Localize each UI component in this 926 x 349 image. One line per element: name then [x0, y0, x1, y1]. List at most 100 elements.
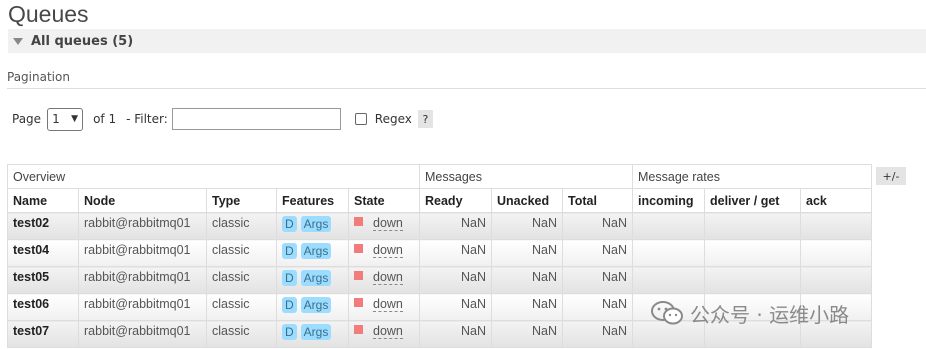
column-header-total[interactable]: Total — [562, 188, 633, 213]
collapse-triangle-icon — [13, 37, 23, 45]
incoming-rate — [632, 266, 705, 294]
page-title: Queues — [8, 1, 89, 27]
queue-node: rabbit@rabbitmq01 — [78, 293, 207, 321]
regex-label: Regex — [374, 112, 412, 126]
state-indicator-icon — [354, 244, 363, 253]
column-header-unacked[interactable]: Unacked — [491, 188, 563, 213]
group-header-overview: Overview — [7, 164, 420, 189]
feature-args-badge[interactable]: Args — [300, 216, 332, 232]
column-header-ack[interactable]: ack — [800, 188, 872, 213]
feature-args-badge[interactable]: Args — [300, 324, 332, 340]
pagination-heading: Pagination — [7, 70, 70, 84]
incoming-rate — [632, 239, 705, 267]
total-value: NaN — [562, 320, 633, 348]
queue-features: D Args — [276, 239, 349, 267]
table-row: test04 rabbit@rabbitmq01 classic D Args d… — [7, 239, 872, 267]
incoming-rate — [632, 212, 705, 240]
queue-state: down — [348, 320, 420, 348]
queue-features: D Args — [276, 266, 349, 294]
deliver-get-rate — [704, 266, 801, 294]
state-text: down — [373, 324, 403, 339]
queue-name-link[interactable]: test06 — [7, 293, 79, 321]
feature-args-badge[interactable]: Args — [300, 270, 332, 286]
feature-durable-badge: D — [282, 324, 297, 340]
queue-type: classic — [206, 293, 277, 321]
group-header-message-rates: Message rates — [632, 164, 872, 189]
page-of-label: of 1 — [93, 112, 117, 126]
all-queues-section-toggle[interactable]: All queues (5) — [8, 29, 926, 53]
queue-features: D Args — [276, 293, 349, 321]
pagination-controls: Page 1 ▼ of 1 - Filter: Regex ? — [12, 107, 433, 131]
help-button[interactable]: ? — [417, 110, 433, 128]
queue-state: down — [348, 239, 420, 267]
column-header-deliver-get[interactable]: deliver / get — [704, 188, 801, 213]
queue-features: D Args — [276, 212, 349, 240]
queue-node: rabbit@rabbitmq01 — [78, 239, 207, 267]
ack-rate — [800, 266, 872, 294]
state-indicator-icon — [354, 325, 363, 334]
queue-name-link[interactable]: test04 — [7, 239, 79, 267]
column-header-features[interactable]: Features — [276, 188, 349, 213]
page-select-value: 1 — [52, 112, 60, 126]
total-value: NaN — [562, 212, 633, 240]
section-title: All queues (5) — [31, 33, 134, 49]
queue-name-link[interactable]: test02 — [7, 212, 79, 240]
feature-args-badge[interactable]: Args — [300, 297, 332, 313]
state-text: down — [373, 297, 403, 312]
state-text: down — [373, 243, 403, 258]
queue-type: classic — [206, 239, 277, 267]
queue-name-link[interactable]: test05 — [7, 266, 79, 294]
ready-value: NaN — [419, 320, 492, 348]
regex-checkbox[interactable] — [354, 113, 367, 125]
column-header-state[interactable]: State — [348, 188, 420, 213]
feature-durable-badge: D — [282, 243, 297, 259]
unacked-value: NaN — [491, 320, 563, 348]
queue-type: classic — [206, 266, 277, 294]
state-text: down — [373, 270, 403, 285]
ready-value: NaN — [419, 266, 492, 294]
table-row: test05 rabbit@rabbitmq01 classic D Args d… — [7, 266, 872, 294]
state-indicator-icon — [354, 271, 363, 280]
feature-durable-badge: D — [282, 297, 297, 313]
chevron-down-icon: ▼ — [71, 114, 79, 124]
unacked-value: NaN — [491, 239, 563, 267]
column-header-type[interactable]: Type — [206, 188, 277, 213]
feature-durable-badge: D — [282, 270, 297, 286]
queue-state: down — [348, 212, 420, 240]
ready-value: NaN — [419, 293, 492, 321]
filter-input[interactable] — [171, 108, 341, 130]
unacked-value: NaN — [491, 293, 563, 321]
queue-node: rabbit@rabbitmq01 — [78, 266, 207, 294]
watermark-text: 公众号 · 运维小路 — [690, 302, 850, 327]
page-label: Page — [12, 112, 42, 126]
queue-state: down — [348, 293, 420, 321]
total-value: NaN — [562, 293, 633, 321]
unacked-value: NaN — [491, 212, 563, 240]
group-header-messages: Messages — [419, 164, 633, 189]
queue-name-link[interactable]: test07 — [7, 320, 79, 348]
feature-args-badge[interactable]: Args — [300, 243, 332, 259]
page-select[interactable]: 1 ▼ — [47, 107, 84, 131]
total-value: NaN — [562, 266, 633, 294]
column-header-node[interactable]: Node — [78, 188, 207, 213]
column-header-incoming[interactable]: incoming — [632, 188, 705, 213]
queue-type: classic — [206, 212, 277, 240]
state-indicator-icon — [354, 217, 363, 226]
divider — [7, 88, 926, 89]
queue-state: down — [348, 266, 420, 294]
state-indicator-icon — [354, 298, 363, 307]
column-header-name[interactable]: Name — [7, 188, 79, 213]
table-row: test02 rabbit@rabbitmq01 classic D Args d… — [7, 212, 872, 240]
wechat-icon — [651, 301, 683, 325]
column-header-ready[interactable]: Ready — [419, 188, 492, 213]
deliver-get-rate — [704, 239, 801, 267]
state-text: down — [373, 216, 403, 231]
queue-type: classic — [206, 320, 277, 348]
ack-rate — [800, 239, 872, 267]
watermark: 公众号 · 运维小路 — [650, 299, 849, 327]
deliver-get-rate — [704, 212, 801, 240]
ready-value: NaN — [419, 212, 492, 240]
queue-node: rabbit@rabbitmq01 — [78, 212, 207, 240]
total-value: NaN — [562, 239, 633, 267]
column-toggle-button[interactable]: +/- — [876, 167, 906, 185]
